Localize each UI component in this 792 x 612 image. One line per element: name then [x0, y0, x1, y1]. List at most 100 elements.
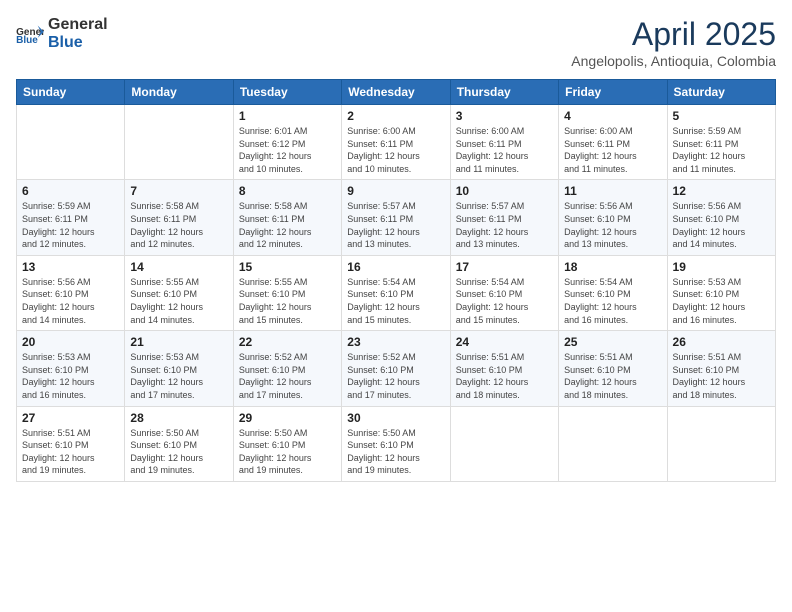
day-header-monday: Monday — [125, 80, 233, 105]
day-content: Sunrise: 5:52 AM Sunset: 6:10 PM Dayligh… — [347, 351, 444, 401]
day-number: 24 — [456, 335, 553, 349]
day-header-sunday: Sunday — [17, 80, 125, 105]
day-number: 16 — [347, 260, 444, 274]
day-content: Sunrise: 5:50 AM Sunset: 6:10 PM Dayligh… — [347, 427, 444, 477]
calendar-cell: 18 Sunrise: 5:54 AM Sunset: 6:10 PM Dayli… — [559, 255, 667, 330]
day-number: 22 — [239, 335, 336, 349]
calendar-cell: 27 Sunrise: 5:51 AM Sunset: 6:10 PM Dayli… — [17, 406, 125, 481]
calendar-week-row: 6 Sunrise: 5:59 AM Sunset: 6:11 PM Daylig… — [17, 180, 776, 255]
day-number: 26 — [673, 335, 770, 349]
day-content: Sunrise: 5:51 AM Sunset: 6:10 PM Dayligh… — [456, 351, 553, 401]
calendar-table: SundayMondayTuesdayWednesdayThursdayFrid… — [16, 79, 776, 482]
calendar-cell: 4 Sunrise: 6:00 AM Sunset: 6:11 PM Daylig… — [559, 105, 667, 180]
logo-general-text: General — [48, 16, 108, 34]
calendar-cell — [667, 406, 775, 481]
day-content: Sunrise: 6:01 AM Sunset: 6:12 PM Dayligh… — [239, 125, 336, 175]
calendar-cell — [125, 105, 233, 180]
day-content: Sunrise: 5:55 AM Sunset: 6:10 PM Dayligh… — [130, 276, 227, 326]
calendar-week-row: 13 Sunrise: 5:56 AM Sunset: 6:10 PM Dayli… — [17, 255, 776, 330]
calendar-cell: 13 Sunrise: 5:56 AM Sunset: 6:10 PM Dayli… — [17, 255, 125, 330]
day-number: 23 — [347, 335, 444, 349]
day-header-thursday: Thursday — [450, 80, 558, 105]
day-number: 5 — [673, 109, 770, 123]
day-number: 30 — [347, 411, 444, 425]
day-content: Sunrise: 5:59 AM Sunset: 6:11 PM Dayligh… — [22, 200, 119, 250]
calendar-cell — [17, 105, 125, 180]
day-number: 12 — [673, 184, 770, 198]
day-content: Sunrise: 5:50 AM Sunset: 6:10 PM Dayligh… — [130, 427, 227, 477]
day-content: Sunrise: 5:54 AM Sunset: 6:10 PM Dayligh… — [347, 276, 444, 326]
day-content: Sunrise: 5:57 AM Sunset: 6:11 PM Dayligh… — [347, 200, 444, 250]
day-content: Sunrise: 5:54 AM Sunset: 6:10 PM Dayligh… — [564, 276, 661, 326]
day-number: 28 — [130, 411, 227, 425]
day-content: Sunrise: 6:00 AM Sunset: 6:11 PM Dayligh… — [564, 125, 661, 175]
calendar-cell: 29 Sunrise: 5:50 AM Sunset: 6:10 PM Dayli… — [233, 406, 341, 481]
day-number: 18 — [564, 260, 661, 274]
day-number: 27 — [22, 411, 119, 425]
calendar-cell: 15Sunrise: 5:55 AM Sunset: 6:10 PM Dayli… — [233, 255, 341, 330]
calendar-cell — [450, 406, 558, 481]
day-content: Sunrise: 5:51 AM Sunset: 6:10 PM Dayligh… — [22, 427, 119, 477]
day-number: 21 — [130, 335, 227, 349]
calendar-body: 1 Sunrise: 6:01 AM Sunset: 6:12 PM Daylig… — [17, 105, 776, 482]
month-year-title: April 2025 — [571, 16, 776, 53]
day-number: 17 — [456, 260, 553, 274]
calendar-header: SundayMondayTuesdayWednesdayThursdayFrid… — [17, 80, 776, 105]
location-subtitle: Angelopolis, Antioquia, Colombia — [571, 53, 776, 69]
day-number: 4 — [564, 109, 661, 123]
day-number: 19 — [673, 260, 770, 274]
logo-blue-text: Blue — [48, 34, 108, 52]
day-content: Sunrise: 5:51 AM Sunset: 6:10 PM Dayligh… — [673, 351, 770, 401]
calendar-cell: 12 Sunrise: 5:56 AM Sunset: 6:10 PM Dayli… — [667, 180, 775, 255]
calendar-cell: 3 Sunrise: 6:00 AM Sunset: 6:11 PM Daylig… — [450, 105, 558, 180]
calendar-cell: 14 Sunrise: 5:55 AM Sunset: 6:10 PM Dayli… — [125, 255, 233, 330]
day-number: 3 — [456, 109, 553, 123]
calendar-cell: 19Sunrise: 5:53 AM Sunset: 6:10 PM Dayli… — [667, 255, 775, 330]
day-content: Sunrise: 5:56 AM Sunset: 6:10 PM Dayligh… — [22, 276, 119, 326]
day-number: 13 — [22, 260, 119, 274]
calendar-cell: 7 Sunrise: 5:58 AM Sunset: 6:11 PM Daylig… — [125, 180, 233, 255]
calendar-cell: 9 Sunrise: 5:57 AM Sunset: 6:11 PM Daylig… — [342, 180, 450, 255]
day-number: 29 — [239, 411, 336, 425]
day-content: Sunrise: 5:53 AM Sunset: 6:10 PM Dayligh… — [130, 351, 227, 401]
calendar-cell: 26 Sunrise: 5:51 AM Sunset: 6:10 PM Dayli… — [667, 331, 775, 406]
day-number: 25 — [564, 335, 661, 349]
calendar-cell: 5Sunrise: 5:59 AM Sunset: 6:11 PM Daylig… — [667, 105, 775, 180]
calendar-cell: 24 Sunrise: 5:51 AM Sunset: 6:10 PM Dayli… — [450, 331, 558, 406]
calendar-cell: 23 Sunrise: 5:52 AM Sunset: 6:10 PM Dayli… — [342, 331, 450, 406]
day-content: Sunrise: 5:51 AM Sunset: 6:10 PM Dayligh… — [564, 351, 661, 401]
day-content: Sunrise: 5:58 AM Sunset: 6:11 PM Dayligh… — [130, 200, 227, 250]
calendar-cell: 6 Sunrise: 5:59 AM Sunset: 6:11 PM Daylig… — [17, 180, 125, 255]
day-number: 14 — [130, 260, 227, 274]
calendar-cell: 22 Sunrise: 5:52 AM Sunset: 6:10 PM Dayli… — [233, 331, 341, 406]
calendar-week-row: 20 Sunrise: 5:53 AM Sunset: 6:10 PM Dayli… — [17, 331, 776, 406]
calendar-cell: 2 Sunrise: 6:00 AM Sunset: 6:11 PM Daylig… — [342, 105, 450, 180]
day-content: Sunrise: 5:50 AM Sunset: 6:10 PM Dayligh… — [239, 427, 336, 477]
day-number: 2 — [347, 109, 444, 123]
day-content: Sunrise: 5:52 AM Sunset: 6:10 PM Dayligh… — [239, 351, 336, 401]
calendar-cell: 25 Sunrise: 5:51 AM Sunset: 6:10 PM Dayli… — [559, 331, 667, 406]
calendar-week-row: 27 Sunrise: 5:51 AM Sunset: 6:10 PM Dayli… — [17, 406, 776, 481]
day-content: Sunrise: 6:00 AM Sunset: 6:11 PM Dayligh… — [347, 125, 444, 175]
calendar-cell — [559, 406, 667, 481]
day-number: 9 — [347, 184, 444, 198]
page-header: General Blue General Blue April 2025 Ang… — [16, 16, 776, 69]
day-header-saturday: Saturday — [667, 80, 775, 105]
calendar-cell: 8Sunrise: 5:58 AM Sunset: 6:11 PM Daylig… — [233, 180, 341, 255]
day-number: 15 — [239, 260, 336, 274]
day-number: 6 — [22, 184, 119, 198]
day-content: Sunrise: 5:54 AM Sunset: 6:10 PM Dayligh… — [456, 276, 553, 326]
day-number: 7 — [130, 184, 227, 198]
day-content: Sunrise: 5:56 AM Sunset: 6:10 PM Dayligh… — [673, 200, 770, 250]
day-header-tuesday: Tuesday — [233, 80, 341, 105]
day-header-friday: Friday — [559, 80, 667, 105]
calendar-cell: 20Sunrise: 5:53 AM Sunset: 6:10 PM Dayli… — [17, 331, 125, 406]
day-content: Sunrise: 6:00 AM Sunset: 6:11 PM Dayligh… — [456, 125, 553, 175]
calendar-week-row: 1 Sunrise: 6:01 AM Sunset: 6:12 PM Daylig… — [17, 105, 776, 180]
calendar-cell: 28 Sunrise: 5:50 AM Sunset: 6:10 PM Dayli… — [125, 406, 233, 481]
calendar-cell: 17 Sunrise: 5:54 AM Sunset: 6:10 PM Dayli… — [450, 255, 558, 330]
day-number: 1 — [239, 109, 336, 123]
day-number: 20 — [22, 335, 119, 349]
day-content: Sunrise: 5:56 AM Sunset: 6:10 PM Dayligh… — [564, 200, 661, 250]
day-header-wednesday: Wednesday — [342, 80, 450, 105]
